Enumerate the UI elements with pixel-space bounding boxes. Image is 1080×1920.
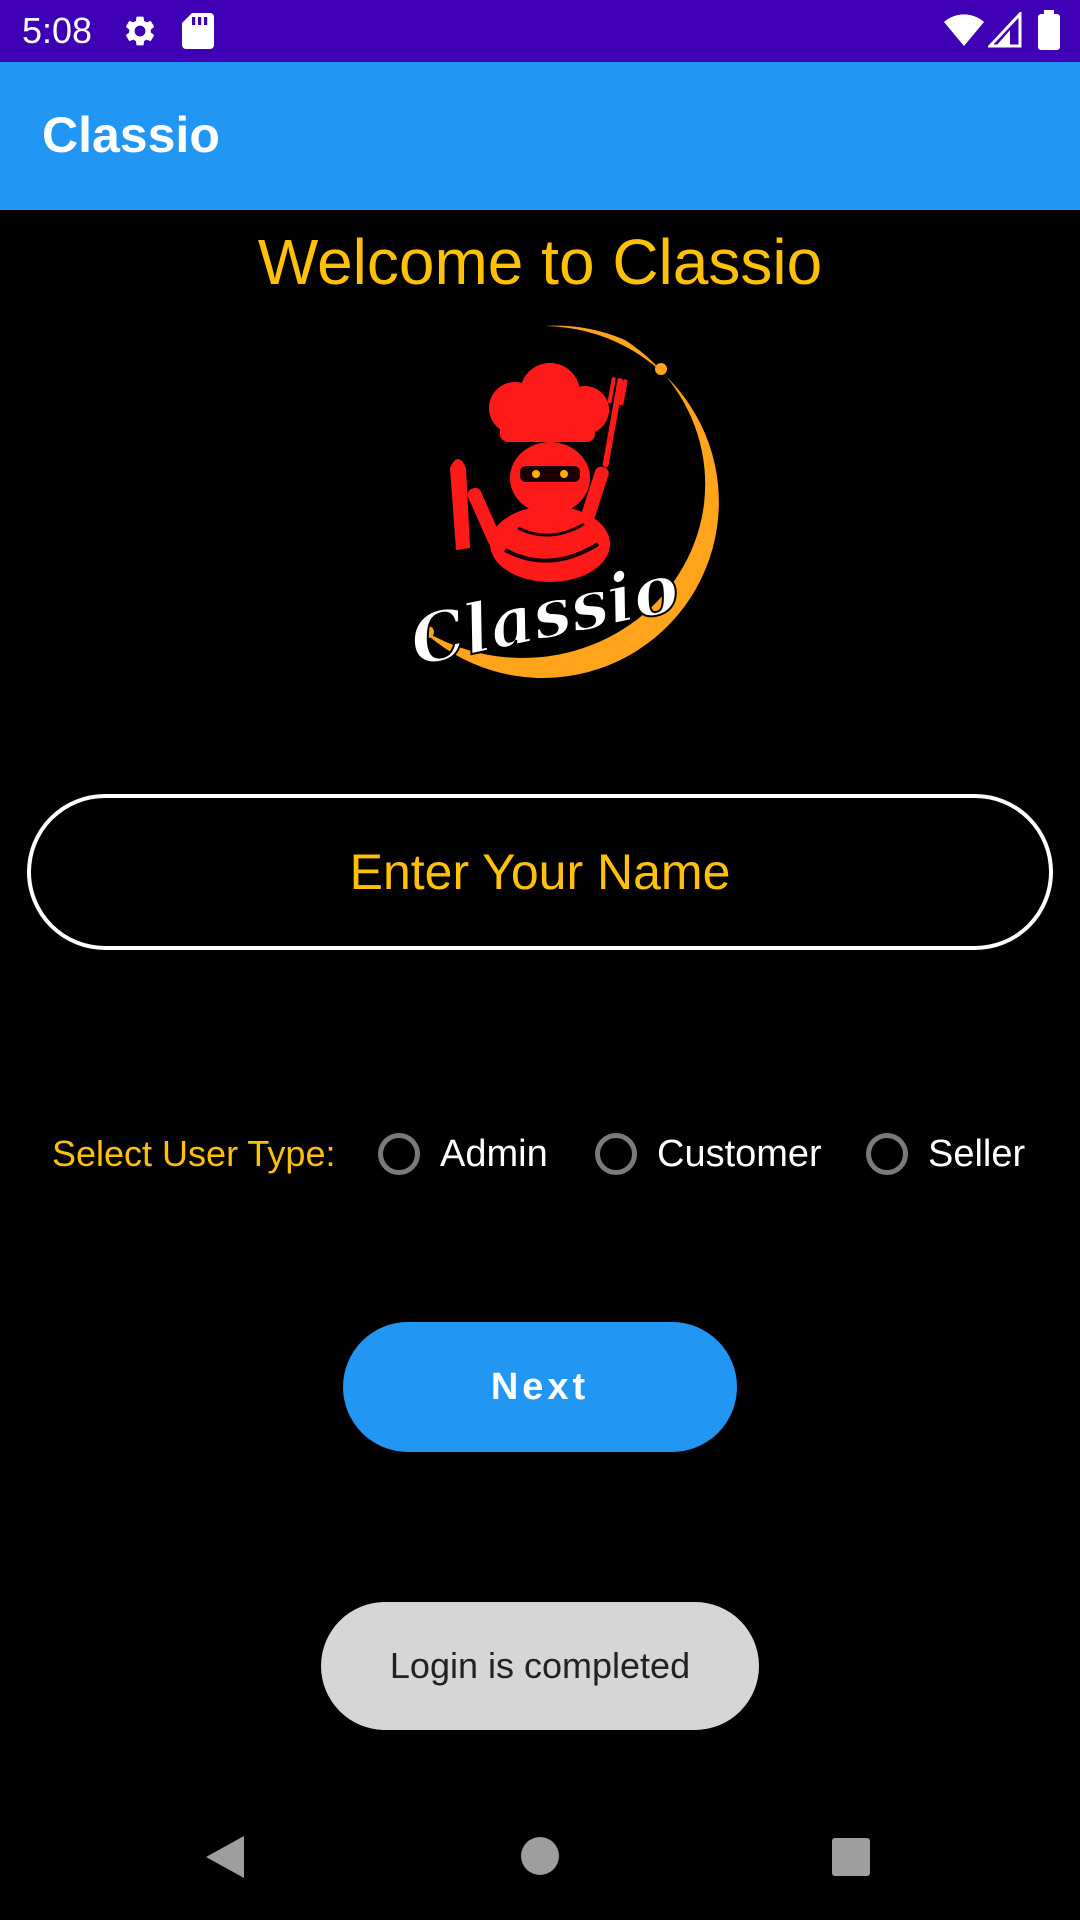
recents-icon[interactable]	[832, 1838, 870, 1876]
next-button[interactable]: Next	[343, 1322, 737, 1452]
battery-icon	[1038, 10, 1060, 50]
toast-text: Login is completed	[389, 1645, 691, 1686]
navigation-bar	[0, 1810, 1080, 1920]
gear-icon	[125, 16, 155, 46]
app-bar: Classio	[0, 62, 1080, 210]
app-title: Classio	[42, 107, 220, 163]
radio-seller[interactable]: Seller	[866, 1126, 1025, 1182]
classio-logo: Classio	[402, 325, 719, 683]
home-icon[interactable]	[520, 1836, 560, 1876]
radio-customer[interactable]: Customer	[595, 1126, 822, 1182]
name-input[interactable]	[27, 794, 1053, 950]
radio-label-seller: Seller	[928, 1132, 1026, 1175]
back-icon[interactable]	[204, 1834, 246, 1880]
status-time: 5:08	[22, 10, 93, 51]
radio-admin[interactable]: Admin	[378, 1126, 548, 1182]
toast-message: Login is completed	[321, 1602, 759, 1730]
wifi-icon	[944, 14, 984, 46]
welcome-heading: Welcome to Classio	[257, 226, 823, 298]
radio-button-icon[interactable]	[378, 1133, 420, 1175]
radio-label-customer: Customer	[657, 1132, 822, 1175]
signal-icon	[988, 12, 1022, 48]
radio-label-admin: Admin	[440, 1132, 548, 1175]
radio-button-icon[interactable]	[595, 1133, 637, 1175]
status-bar: 5:08	[0, 0, 1080, 62]
sd-card-icon	[182, 13, 214, 49]
radio-button-icon[interactable]	[866, 1133, 908, 1175]
user-type-label: Select User Type:	[52, 1133, 336, 1174]
